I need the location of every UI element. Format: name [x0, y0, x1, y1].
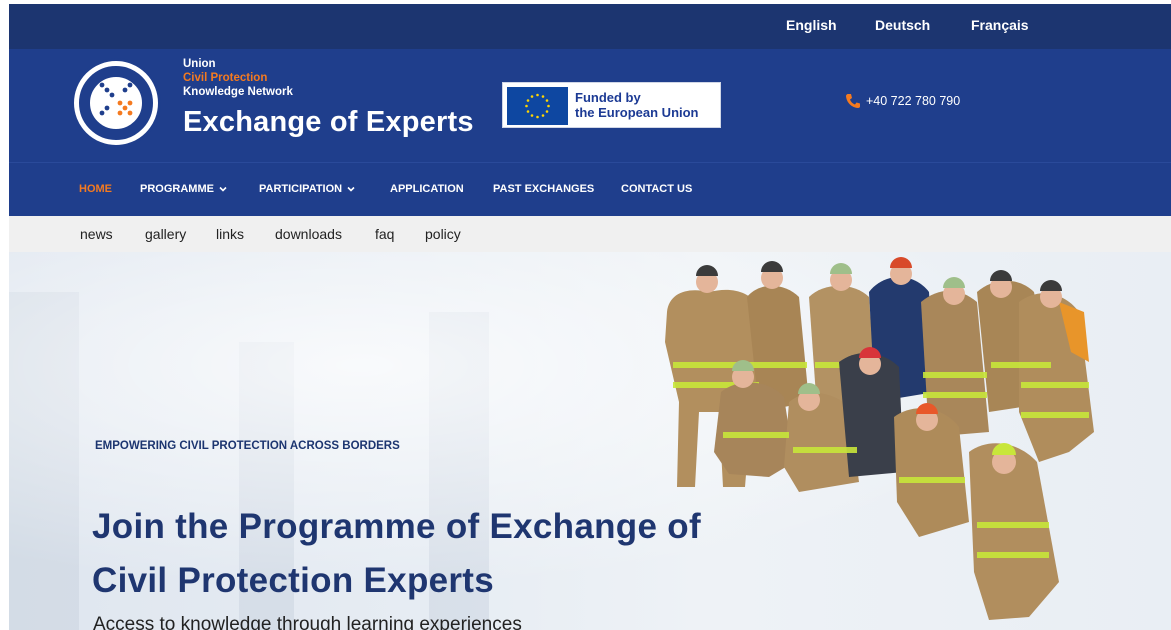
eu-badge-line2: the European Union [575, 105, 699, 120]
chevron-down-icon [219, 186, 227, 192]
firefighters-team-image [665, 257, 1094, 620]
hero-title-line2: Civil Protection Experts [92, 561, 495, 600]
nav-participation-label: PARTICIPATION [259, 183, 343, 195]
subnav-downloads[interactable]: downloads [275, 226, 342, 242]
subnav-gallery[interactable]: gallery [145, 226, 186, 242]
phone-icon [846, 94, 860, 108]
subnav-policy[interactable]: policy [425, 226, 461, 242]
hero-title-line1: Join the Programme of Exchange of [92, 507, 701, 546]
subnav-faq[interactable]: faq [375, 226, 394, 242]
nav-programme-label: PROGRAMME [140, 183, 214, 195]
brand-line-knowledge-network: Knowledge Network [183, 86, 293, 98]
secondary-navigation: news gallery links downloads faq policy [9, 216, 1171, 252]
language-francais[interactable]: Français [971, 17, 1029, 33]
eu-funding-badge: Funded by the European Union [502, 82, 721, 128]
brand-line-civil-protection: Civil Protection [183, 72, 268, 84]
language-bar: English Deutsch Français [9, 4, 1171, 49]
nav-past-exchanges[interactable]: PAST EXCHANGES [493, 183, 594, 195]
subnav-links[interactable]: links [216, 226, 244, 242]
hero-eyebrow: EMPOWERING CIVIL PROTECTION ACROSS BORDE… [95, 440, 400, 452]
phone-number: +40 722 780 790 [866, 94, 961, 108]
site-title[interactable]: Exchange of Experts [183, 106, 474, 139]
hero-section: EMPOWERING CIVIL PROTECTION ACROSS BORDE… [9, 252, 1171, 630]
eu-flag-icon [507, 87, 568, 125]
subnav-news[interactable]: news [80, 226, 113, 242]
eu-badge-line1: Funded by [575, 90, 641, 105]
language-english[interactable]: English [786, 17, 837, 33]
site-header: Union Civil Protection Knowledge Network… [9, 49, 1171, 162]
hero-subtitle: Access to knowledge through learning exp… [93, 614, 522, 630]
nav-home-label: HOME [79, 183, 112, 195]
main-navigation: HOME PROGRAMME PARTICIPATION APPLICATION… [9, 162, 1171, 216]
nav-past-exchanges-label: PAST EXCHANGES [493, 183, 595, 195]
phone-contact[interactable]: +40 722 780 790 [845, 93, 960, 109]
nav-application[interactable]: APPLICATION [390, 183, 464, 195]
nav-application-label: APPLICATION [390, 183, 464, 195]
site-logo[interactable] [71, 58, 161, 148]
brand-line-union: Union [183, 58, 216, 70]
language-deutsch[interactable]: Deutsch [875, 17, 930, 33]
logo-x-icon [99, 82, 133, 116]
chevron-down-icon [347, 186, 355, 192]
site: English Deutsch Français Union Civil Pro… [9, 0, 1171, 630]
hero-title: Join the Programme of Exchange of Civil … [92, 500, 701, 608]
nav-contact-us-label: CONTACT US [621, 183, 693, 195]
nav-programme[interactable]: PROGRAMME [140, 183, 227, 195]
nav-contact-us[interactable]: CONTACT US [621, 183, 692, 195]
nav-participation[interactable]: PARTICIPATION [259, 183, 355, 195]
nav-home[interactable]: HOME [79, 183, 112, 195]
